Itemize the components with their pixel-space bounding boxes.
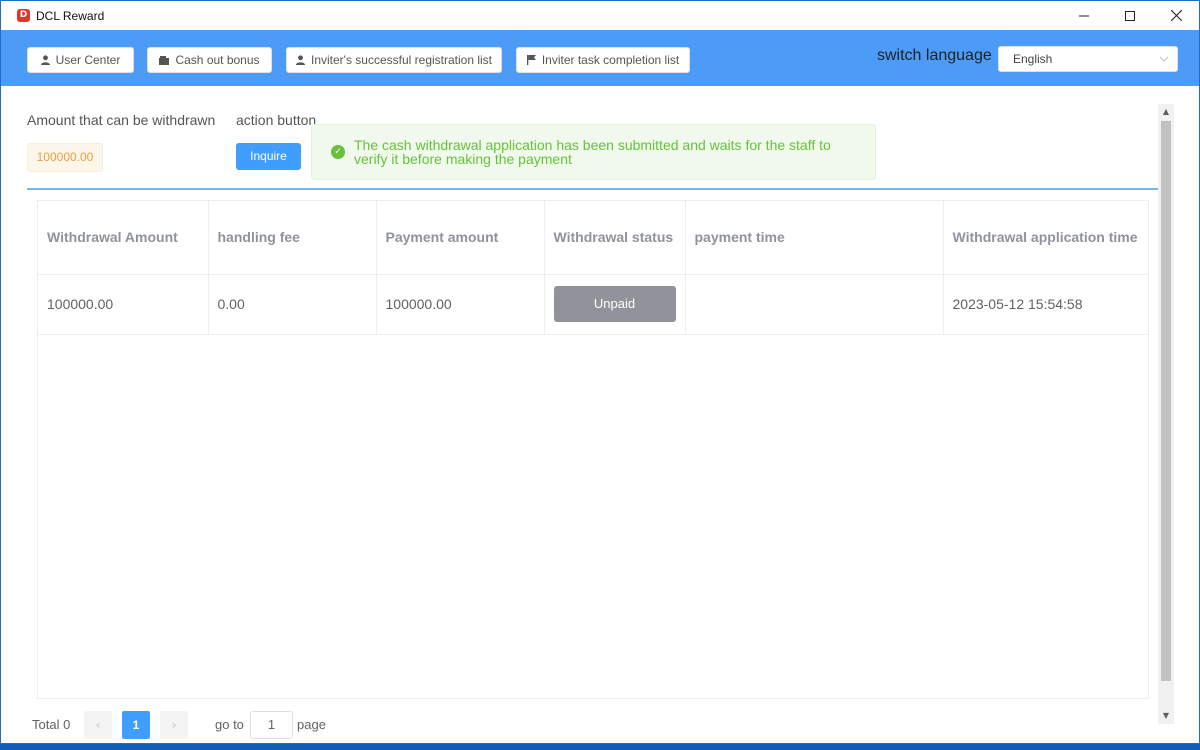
registration-list-button[interactable]: Inviter's successful registration list xyxy=(286,47,502,73)
column-header: handling fee xyxy=(208,201,377,275)
page-number-button[interactable]: 1 xyxy=(122,711,150,739)
cell-payment-time xyxy=(685,274,944,335)
cell-withdrawal-amount: 100000.00 xyxy=(38,274,209,335)
toast-message: The cash withdrawal application has been… xyxy=(354,137,831,167)
user-icon xyxy=(40,55,50,65)
top-toolbar: User Center Cash out bonus Inviter's suc… xyxy=(1,30,1199,86)
title-bar: D DCL Reward xyxy=(1,1,1199,30)
column-header: payment time xyxy=(685,201,944,275)
main-content: Amount that can be withdrawn action butt… xyxy=(1,86,1199,743)
minimize-icon[interactable] xyxy=(1061,1,1107,30)
withdrawal-table: Withdrawal Amount handling fee Payment a… xyxy=(37,200,1149,699)
table-header-row: Withdrawal Amount handling fee Payment a… xyxy=(38,201,1148,275)
chevron-down-icon xyxy=(1159,47,1169,79)
cell-payment-amount: 100000.00 xyxy=(376,274,545,335)
cell-status: Unpaid xyxy=(544,274,686,335)
goto-label: go to xyxy=(215,717,244,732)
flag-icon xyxy=(526,55,536,65)
column-header: Withdrawal application time xyxy=(943,201,1148,275)
column-header: Withdrawal status xyxy=(544,201,686,275)
divider xyxy=(27,188,1159,190)
scroll-up-arrow-icon[interactable]: ▲ xyxy=(1158,104,1174,120)
scrollbar-thumb[interactable] xyxy=(1161,121,1171,681)
column-header: Payment amount xyxy=(376,201,545,275)
withdrawable-amount-label: Amount that can be withdrawn xyxy=(27,112,216,128)
task-completion-list-label: Inviter task completion list xyxy=(541,53,680,67)
user-center-label: User Center xyxy=(55,53,121,67)
user-icon xyxy=(295,55,305,65)
window-title: DCL Reward xyxy=(36,8,105,23)
registration-list-label: Inviter's successful registration list xyxy=(310,53,493,67)
maximize-icon[interactable] xyxy=(1107,1,1153,30)
check-circle-icon: ✓ xyxy=(331,145,345,159)
language-select[interactable]: English xyxy=(998,46,1178,72)
wallet-icon xyxy=(159,55,170,65)
action-button-label: action button xyxy=(236,112,317,128)
table-row: 100000.00 0.00 100000.00 Unpaid 2023-05-… xyxy=(38,274,1148,335)
next-page-button[interactable]: › xyxy=(160,711,188,739)
column-header: Withdrawal Amount xyxy=(38,201,209,275)
cell-handling-fee: 0.00 xyxy=(208,274,377,335)
switch-language-label: switch language xyxy=(877,47,992,64)
window-controls xyxy=(1061,1,1199,30)
success-toast: ✓ The cash withdrawal application has be… xyxy=(311,124,876,180)
inquire-button[interactable]: Inquire xyxy=(236,143,301,170)
pagination-total: Total 0 xyxy=(32,717,71,732)
app-logo-icon: D xyxy=(17,9,30,22)
prev-page-button[interactable]: ‹ xyxy=(84,711,112,739)
language-value: English xyxy=(1013,52,1053,66)
cash-out-bonus-label: Cash out bonus xyxy=(175,53,260,67)
goto-page-input[interactable]: 1 xyxy=(250,711,293,739)
vertical-scrollbar[interactable]: ▲ ▼ xyxy=(1158,104,1174,724)
close-icon[interactable] xyxy=(1153,1,1199,30)
page-label: page xyxy=(297,717,326,732)
scroll-down-arrow-icon[interactable]: ▼ xyxy=(1158,708,1174,724)
user-center-button[interactable]: User Center xyxy=(27,47,134,73)
withdrawable-amount-value: 100000.00 xyxy=(27,143,103,172)
status-badge[interactable]: Unpaid xyxy=(553,286,676,322)
cash-out-bonus-button[interactable]: Cash out bonus xyxy=(147,47,272,73)
task-completion-list-button[interactable]: Inviter task completion list xyxy=(516,47,690,73)
cell-application-time: 2023-05-12 15:54:58 xyxy=(943,274,1148,335)
app-window: D DCL Reward User Center Cash out bonus … xyxy=(0,0,1200,744)
